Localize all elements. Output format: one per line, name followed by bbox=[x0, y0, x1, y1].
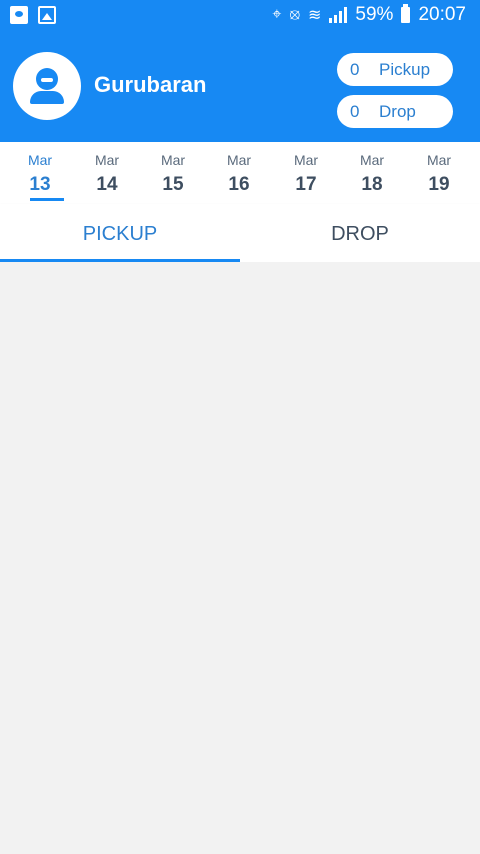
status-bar: ⌖ ⦻ ≋ 59% 20:07 bbox=[0, 0, 480, 32]
date-item[interactable]: Mar 17 bbox=[273, 142, 339, 196]
drop-count: 0 bbox=[350, 101, 360, 121]
signal-icon bbox=[329, 7, 348, 23]
tab-drop[interactable]: DROP bbox=[240, 204, 480, 262]
vibrate-icon: ⦻ bbox=[289, 6, 301, 23]
drop-count-pill[interactable]: 0 Drop bbox=[337, 95, 453, 128]
location-icon: ⌖ bbox=[272, 6, 282, 23]
date-item[interactable]: Mar 18 bbox=[339, 142, 405, 196]
tab-bar: PICKUP DROP bbox=[0, 204, 480, 262]
drop-label: Drop bbox=[379, 101, 416, 121]
battery-percent: 59% bbox=[355, 4, 394, 25]
date-item[interactable]: Mar 13 bbox=[7, 142, 73, 201]
pickup-label: Pickup bbox=[379, 59, 431, 79]
date-selector: Mar 13 Mar 14 Mar 15 Mar 16 Mar 17 Mar 1… bbox=[0, 142, 480, 204]
profile-header: Gurubaran 0 Pickup 0 Drop bbox=[0, 32, 480, 142]
date-item[interactable]: Mar 15 bbox=[140, 142, 206, 196]
date-day: 18 bbox=[361, 174, 383, 195]
date-item[interactable]: Mar 19 bbox=[406, 142, 472, 196]
wifi-icon: ≋ bbox=[308, 7, 322, 24]
date-month: Mar bbox=[359, 152, 385, 168]
date-month: Mar bbox=[94, 152, 120, 168]
date-day: 17 bbox=[295, 174, 317, 195]
tab-pickup[interactable]: PICKUP bbox=[0, 204, 240, 262]
date-month: Mar bbox=[293, 152, 319, 168]
date-item[interactable]: Mar 14 bbox=[74, 142, 140, 196]
date-day: 19 bbox=[428, 174, 450, 195]
battery-icon bbox=[401, 4, 411, 23]
date-day: 13 bbox=[29, 174, 51, 195]
date-day: 16 bbox=[228, 174, 250, 195]
user-icon bbox=[36, 68, 58, 90]
date-month: Mar bbox=[160, 152, 186, 168]
clock: 20:07 bbox=[418, 4, 466, 25]
date-item[interactable]: Mar 16 bbox=[206, 142, 272, 196]
date-month: Mar bbox=[426, 152, 452, 168]
date-day: 14 bbox=[96, 174, 118, 195]
date-day: 15 bbox=[162, 174, 184, 195]
pickup-count-pill[interactable]: 0 Pickup bbox=[337, 53, 453, 86]
date-month: Mar bbox=[226, 152, 252, 168]
pickup-count: 0 bbox=[350, 59, 360, 79]
date-month: Mar bbox=[27, 152, 53, 168]
avatar[interactable] bbox=[13, 52, 81, 120]
app-notification-icon bbox=[10, 6, 28, 24]
image-notification-icon bbox=[38, 6, 56, 24]
pickup-list bbox=[0, 262, 480, 854]
username: Gurubaran bbox=[94, 72, 207, 97]
